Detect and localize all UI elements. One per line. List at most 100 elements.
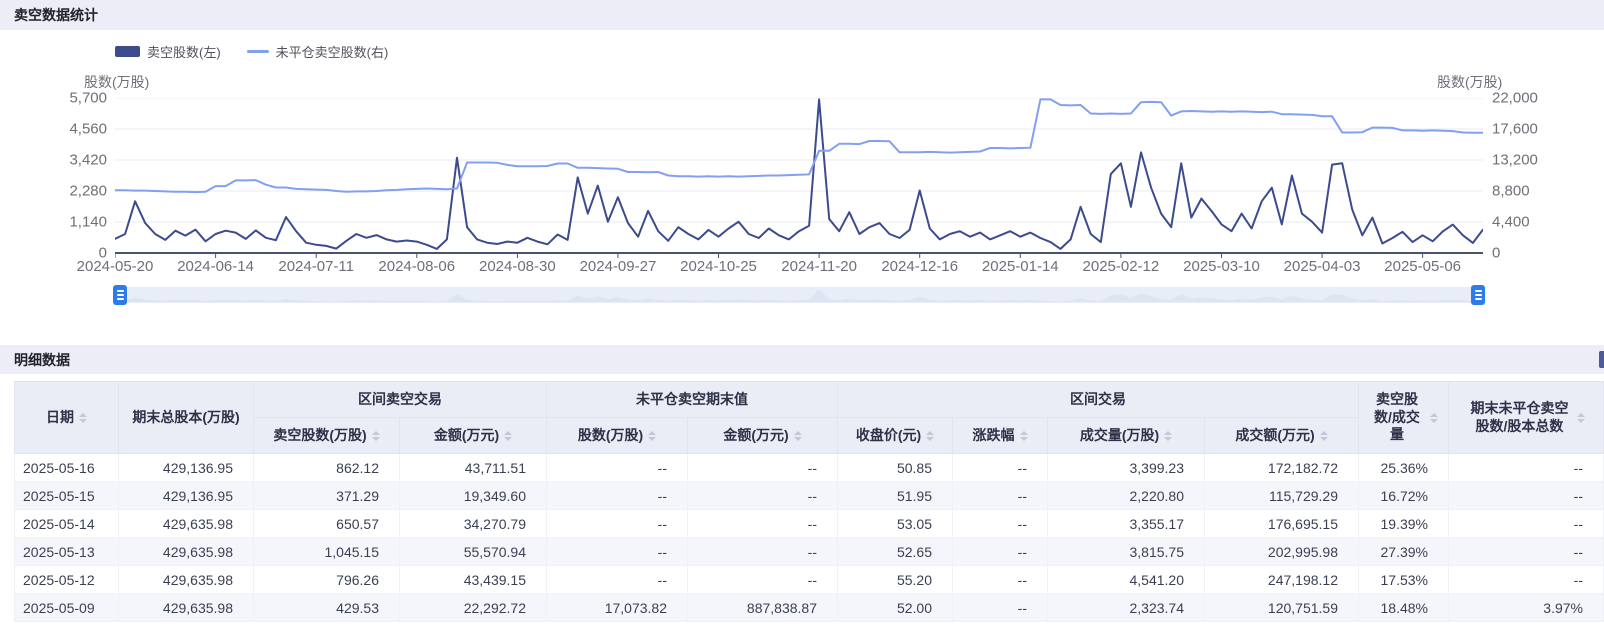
cell-value: 3.97% <box>1449 594 1604 622</box>
cell-value: 429.53 <box>254 594 400 622</box>
col-header-short-amount[interactable]: 金额(万元) <box>400 418 547 454</box>
right-axis-tick-label: 4,400 <box>1492 214 1530 231</box>
cell-value: 18.48% <box>1359 594 1449 622</box>
datazoom-silhouette <box>115 287 1483 303</box>
series-line <box>115 99 1483 192</box>
cell-value: -- <box>688 454 838 482</box>
x-axis-tick-label: 2024-06-14 <box>177 258 254 275</box>
cell-value: 19,349.60 <box>400 482 547 510</box>
section-header-short-selling-stats: 卖空数据统计 <box>0 0 1604 30</box>
col-header-turnover[interactable]: 成交额(万元) <box>1205 418 1359 454</box>
sort-icon[interactable] <box>372 431 380 441</box>
right-axis-tick-label: 17,600 <box>1492 121 1538 138</box>
right-axis-tick-label: 22,000 <box>1492 90 1538 107</box>
section-title: 明细数据 <box>14 350 70 370</box>
cell-value: 247,198.12 <box>1205 566 1359 594</box>
cell-value: -- <box>547 510 688 538</box>
sort-icon[interactable] <box>926 431 934 441</box>
cell-value: 3,815.75 <box>1048 538 1205 566</box>
cell-value: 53.05 <box>838 510 953 538</box>
left-axis-tick-label: 1,140 <box>0 214 107 231</box>
sort-icon[interactable] <box>794 431 802 441</box>
cell-value: 429,136.95 <box>119 482 254 510</box>
cell-value: 202,995.98 <box>1205 538 1359 566</box>
cell-value: 650.57 <box>254 510 400 538</box>
legend-item-open-short-shares[interactable]: 未平仓卖空股数(右) <box>247 42 389 61</box>
cell-value: 887,838.87 <box>688 594 838 622</box>
legend-rect-marker-icon <box>115 46 140 57</box>
cell-value: -- <box>1449 454 1604 482</box>
cell-value: 51.95 <box>838 482 953 510</box>
cell-value: 429,635.98 <box>119 594 254 622</box>
x-axis-tick-label: 2024-08-06 <box>378 258 455 275</box>
cell-value: 55.20 <box>838 566 953 594</box>
group-header-open-short-period-end: 未平仓卖空期末值 <box>547 382 838 418</box>
sort-icon[interactable] <box>1164 431 1172 441</box>
col-header-date[interactable]: 日期 <box>15 382 119 454</box>
cell-value: 43,439.15 <box>400 566 547 594</box>
sort-icon[interactable] <box>79 413 87 423</box>
cell-value: 34,270.79 <box>400 510 547 538</box>
cell-value: 176,695.15 <box>1205 510 1359 538</box>
legend-item-short-sold-shares[interactable]: 卖空股数(左) <box>115 42 221 61</box>
x-axis-tick-label: 2024-08-30 <box>479 258 556 275</box>
cell-value: -- <box>547 538 688 566</box>
cell-value: 52.65 <box>838 538 953 566</box>
group-header-interval-short-trades: 区间卖空交易 <box>254 382 547 418</box>
sort-icon[interactable] <box>1020 431 1028 441</box>
cell-value: -- <box>953 566 1048 594</box>
table-row: 2025-05-14429,635.98650.5734,270.79----5… <box>15 510 1604 538</box>
col-header-short-to-volume-ratio[interactable]: 卖空股数/成交量 <box>1359 382 1449 454</box>
col-header-open-short-to-capital-ratio[interactable]: 期末未平仓卖空股数/股本总数 <box>1449 382 1604 454</box>
cell-value: -- <box>1449 566 1604 594</box>
chart-legend: 卖空股数(左) 未平仓卖空股数(右) <box>115 42 388 61</box>
cell-value: 172,182.72 <box>1205 454 1359 482</box>
col-header-close-price[interactable]: 收盘价(元) <box>838 418 953 454</box>
cell-date: 2025-05-09 <box>15 594 119 622</box>
left-axis-tick-label: 5,700 <box>0 90 107 107</box>
cell-value: -- <box>547 454 688 482</box>
col-header-short-shares[interactable]: 卖空股数(万股) <box>254 418 400 454</box>
cell-value: -- <box>688 482 838 510</box>
x-axis-tick-label: 2025-04-03 <box>1284 258 1361 275</box>
datazoom-slider[interactable] <box>115 287 1483 303</box>
cell-value: 43,711.51 <box>400 454 547 482</box>
line-chart-plot <box>115 98 1483 260</box>
cell-value: 2,323.74 <box>1048 594 1205 622</box>
cell-value: 22,292.72 <box>400 594 547 622</box>
cell-value: -- <box>547 482 688 510</box>
sort-icon[interactable] <box>1577 413 1585 423</box>
legend-line-marker-icon <box>247 50 269 53</box>
col-header-open-amount[interactable]: 金额(万元) <box>688 418 838 454</box>
cell-value: 429,635.98 <box>119 566 254 594</box>
cell-value: 429,136.95 <box>119 454 254 482</box>
datazoom-left-handle-icon[interactable] <box>113 285 127 305</box>
col-header-total-shares[interactable]: 期末总股本(万股) <box>119 382 254 454</box>
cell-value: -- <box>1449 510 1604 538</box>
cell-value: 25.36% <box>1359 454 1449 482</box>
cell-value: 429,635.98 <box>119 510 254 538</box>
table-row: 2025-05-12429,635.98796.2643,439.15----5… <box>15 566 1604 594</box>
left-axis-tick-label: 4,560 <box>0 121 107 138</box>
cell-value: 52.00 <box>838 594 953 622</box>
cell-value: 115,729.29 <box>1205 482 1359 510</box>
col-header-change-pct[interactable]: 涨跌幅 <box>953 418 1048 454</box>
sort-icon[interactable] <box>1430 413 1438 423</box>
table-row: 2025-05-13429,635.981,045.1555,570.94---… <box>15 538 1604 566</box>
datazoom-right-handle-icon[interactable] <box>1471 285 1485 305</box>
x-axis-tick-label: 2024-10-25 <box>680 258 757 275</box>
cell-value: 16.72% <box>1359 482 1449 510</box>
cell-value: -- <box>688 538 838 566</box>
sort-icon[interactable] <box>504 431 512 441</box>
left-axis-tick-label: 2,280 <box>0 183 107 200</box>
clipped-edge-icon[interactable] <box>1599 351 1604 368</box>
cell-value: 862.12 <box>254 454 400 482</box>
cell-value: -- <box>953 538 1048 566</box>
group-header-interval-trading: 区间交易 <box>838 382 1359 418</box>
col-header-open-shares[interactable]: 股数(万股) <box>547 418 688 454</box>
sort-icon[interactable] <box>648 431 656 441</box>
cell-value: -- <box>1449 482 1604 510</box>
cell-value: 55,570.94 <box>400 538 547 566</box>
sort-icon[interactable] <box>1320 431 1328 441</box>
col-header-volume[interactable]: 成交量(万股) <box>1048 418 1205 454</box>
